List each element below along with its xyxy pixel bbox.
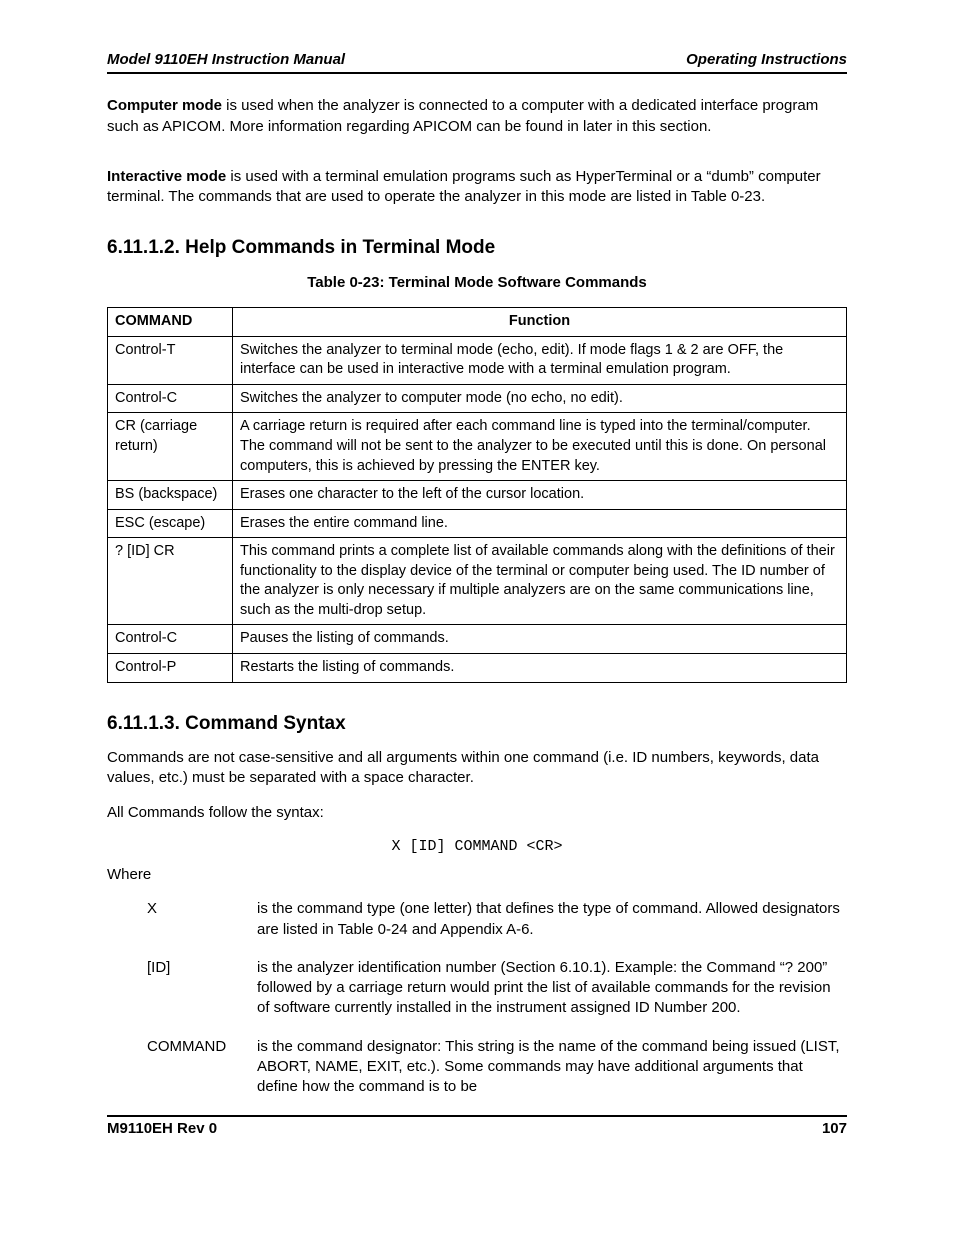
footer-right: 107	[822, 1119, 847, 1139]
definition-row: [ID]is the analyzer identification numbe…	[147, 958, 847, 1019]
definition-description: is the analyzer identification number (S…	[257, 958, 847, 1019]
header-left: Model 9110EH Instruction Manual	[107, 50, 345, 70]
th-function: Function	[233, 308, 847, 337]
cell-command: BS (backspace)	[108, 481, 233, 510]
definition-description: is the command type (one letter) that de…	[257, 899, 847, 940]
table-row: Control-TSwitches the analyzer to termin…	[108, 336, 847, 384]
body-section: Computer mode is used when the analyzer …	[107, 96, 847, 1097]
cell-function: Pauses the listing of commands.	[233, 625, 847, 654]
paragraph-syntax-intro: Commands are not case-sensitive and all …	[107, 748, 847, 789]
table-row: BS (backspace)Erases one character to th…	[108, 481, 847, 510]
paragraph-syntax-follow: All Commands follow the syntax:	[107, 803, 847, 823]
header-right: Operating Instructions	[686, 50, 847, 70]
page-footer: M9110EH Rev 0 107	[107, 1115, 847, 1139]
table-row: Control-CSwitches the analyzer to comput…	[108, 384, 847, 413]
cell-command: Control-C	[108, 625, 233, 654]
syntax-code: X [ID] COMMAND <CR>	[107, 837, 847, 857]
cell-command: ? [ID] CR	[108, 538, 233, 625]
heading-help-commands: 6.11.1.2. Help Commands in Terminal Mode	[107, 235, 847, 261]
cell-function: Switches the analyzer to computer mode (…	[233, 384, 847, 413]
cell-function: A carriage return is required after each…	[233, 413, 847, 481]
cell-command: Control-C	[108, 384, 233, 413]
cell-command: Control-P	[108, 654, 233, 683]
page-header: Model 9110EH Instruction Manual Operatin…	[107, 50, 847, 74]
footer-left: M9110EH Rev 0	[107, 1119, 217, 1139]
table-row: Control-CPauses the listing of commands.	[108, 625, 847, 654]
cell-function: Erases the entire command line.	[233, 509, 847, 538]
th-command: COMMAND	[108, 308, 233, 337]
table-row: Control-PRestarts the listing of command…	[108, 654, 847, 683]
cell-function: Restarts the listing of commands.	[233, 654, 847, 683]
cell-command: Control-T	[108, 336, 233, 384]
table-row: CR (carriage return)A carriage return is…	[108, 413, 847, 481]
paragraph-computer-mode: Computer mode is used when the analyzer …	[107, 96, 847, 137]
definition-description: is the command designator: This string i…	[257, 1037, 847, 1098]
heading-command-syntax: 6.11.1.3. Command Syntax	[107, 711, 847, 737]
definition-term: X	[147, 899, 257, 940]
commands-table: COMMAND Function Control-TSwitches the a…	[107, 307, 847, 682]
bold-interactive-mode: Interactive mode	[107, 168, 226, 185]
where-label: Where	[107, 865, 847, 885]
cell-command: ESC (escape)	[108, 509, 233, 538]
definition-term: COMMAND	[147, 1037, 257, 1098]
definition-term: [ID]	[147, 958, 257, 1019]
table-header-row: COMMAND Function	[108, 308, 847, 337]
table-row: ? [ID] CRThis command prints a complete …	[108, 538, 847, 625]
cell-command: CR (carriage return)	[108, 413, 233, 481]
definition-row: COMMANDis the command designator: This s…	[147, 1037, 847, 1098]
definition-list: Xis the command type (one letter) that d…	[147, 899, 847, 1097]
table-row: ESC (escape)Erases the entire command li…	[108, 509, 847, 538]
bold-computer-mode: Computer mode	[107, 97, 222, 114]
paragraph-interactive-mode: Interactive mode is used with a terminal…	[107, 167, 847, 208]
table-caption: Table 0-23: Terminal Mode Software Comma…	[107, 273, 847, 293]
definition-row: Xis the command type (one letter) that d…	[147, 899, 847, 940]
cell-function: This command prints a complete list of a…	[233, 538, 847, 625]
cell-function: Switches the analyzer to terminal mode (…	[233, 336, 847, 384]
cell-function: Erases one character to the left of the …	[233, 481, 847, 510]
